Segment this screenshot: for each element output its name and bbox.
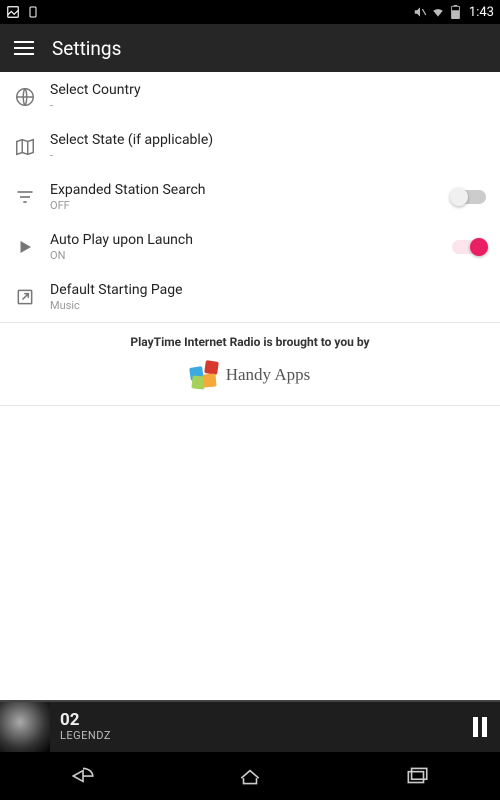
promo-section: PlayTime Internet Radio is brought to yo… <box>0 323 500 405</box>
album-art <box>0 702 50 752</box>
select-state-row[interactable]: Select State (if applicable) - <box>0 122 500 172</box>
setting-subtitle: OFF <box>50 199 438 212</box>
back-button[interactable] <box>53 760 113 792</box>
setting-title: Expanded Station Search <box>50 182 438 198</box>
pause-button[interactable] <box>460 717 500 737</box>
sim-status-icon <box>26 5 40 19</box>
setting-subtitle: Music <box>50 299 486 312</box>
mini-player[interactable]: 02 LEGENDZ <box>0 700 500 752</box>
track-name: LEGENDZ <box>60 729 460 742</box>
play-icon <box>14 236 36 258</box>
system-navbar <box>0 752 500 800</box>
autoplay-row[interactable]: Auto Play upon Launch ON <box>0 222 500 272</box>
settings-list: Select Country - Select State (if applic… <box>0 72 500 406</box>
status-bar: 1:43 <box>0 0 500 24</box>
setting-subtitle: - <box>50 99 486 112</box>
handy-apps-icon <box>190 361 218 389</box>
external-link-icon <box>14 286 36 308</box>
battery-icon <box>449 5 463 19</box>
setting-title: Select State (if applicable) <box>50 132 486 148</box>
page-title: Settings <box>52 37 121 60</box>
map-icon <box>14 136 36 158</box>
setting-title: Default Starting Page <box>50 282 486 298</box>
divider <box>0 405 500 406</box>
start-page-row[interactable]: Default Starting Page Music <box>0 272 500 322</box>
app-bar: Settings <box>0 24 500 72</box>
status-time: 1:43 <box>469 5 494 20</box>
expanded-search-row[interactable]: Expanded Station Search OFF <box>0 172 500 222</box>
setting-title: Auto Play upon Launch <box>50 232 438 248</box>
setting-subtitle: - <box>50 149 486 162</box>
gallery-status-icon <box>6 5 20 19</box>
select-country-row[interactable]: Select Country - <box>0 72 500 122</box>
autoplay-toggle[interactable] <box>452 240 486 254</box>
recents-button[interactable] <box>387 760 447 792</box>
menu-button[interactable] <box>14 41 34 55</box>
track-number: 02 <box>60 712 460 729</box>
mute-icon <box>413 5 427 19</box>
globe-icon <box>14 86 36 108</box>
setting-subtitle: ON <box>50 249 438 262</box>
promo-brand-name: Handy Apps <box>226 365 311 385</box>
home-button[interactable] <box>220 760 280 792</box>
expanded-search-toggle[interactable] <box>452 190 486 204</box>
promo-tagline: PlayTime Internet Radio is brought to yo… <box>0 335 500 349</box>
filter-icon <box>14 186 36 208</box>
promo-logo[interactable]: Handy Apps <box>0 361 500 389</box>
setting-title: Select Country <box>50 82 486 98</box>
wifi-icon <box>431 5 445 19</box>
